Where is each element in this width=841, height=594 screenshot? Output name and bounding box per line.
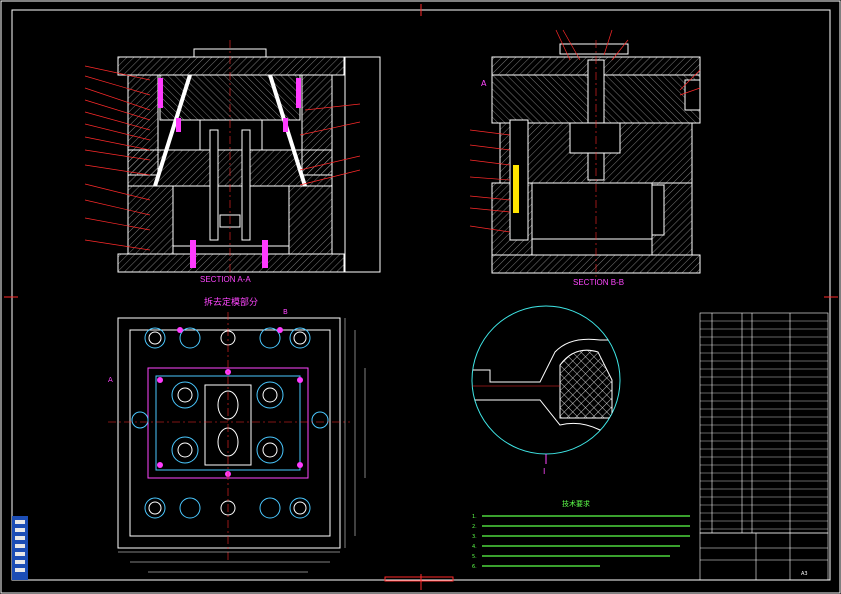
detail-i-view bbox=[471, 305, 621, 464]
sheet-outer-border bbox=[0, 0, 841, 594]
section-a-a-label: SECTION A-A bbox=[200, 275, 251, 284]
cad-drawing-canvas: SECTION A-A SECTION B-B A 拆去定模部分 A B I 技… bbox=[0, 0, 841, 594]
sheet-size: A3 bbox=[801, 571, 808, 577]
note-5: 5. bbox=[472, 554, 477, 560]
technical-notes: 技术要求 1. 2. 3. 4. 5. 6. bbox=[472, 499, 690, 570]
section-b-b-view bbox=[469, 29, 701, 280]
plan-view bbox=[108, 312, 366, 573]
cut-marker-a-section: A bbox=[481, 79, 487, 88]
cut-marker-b: B bbox=[283, 308, 288, 316]
section-a-a-view bbox=[84, 40, 381, 280]
bom-rows bbox=[700, 320, 828, 530]
note-6: 6. bbox=[472, 564, 477, 570]
plan-view-title: 拆去定模部分 bbox=[204, 296, 258, 308]
cut-marker-a: A bbox=[108, 376, 113, 384]
note-3: 3. bbox=[472, 534, 477, 540]
note-2: 2. bbox=[472, 524, 477, 530]
note-4: 4. bbox=[472, 544, 477, 550]
note-1: 1. bbox=[472, 514, 477, 520]
layer-strip-icon bbox=[12, 516, 28, 580]
detail-i-label: I bbox=[543, 467, 545, 476]
section-b-b-label: SECTION B-B bbox=[573, 278, 624, 287]
bom-table bbox=[699, 312, 829, 534]
notes-title: 技术要求 bbox=[562, 499, 590, 508]
title-block bbox=[699, 532, 829, 581]
